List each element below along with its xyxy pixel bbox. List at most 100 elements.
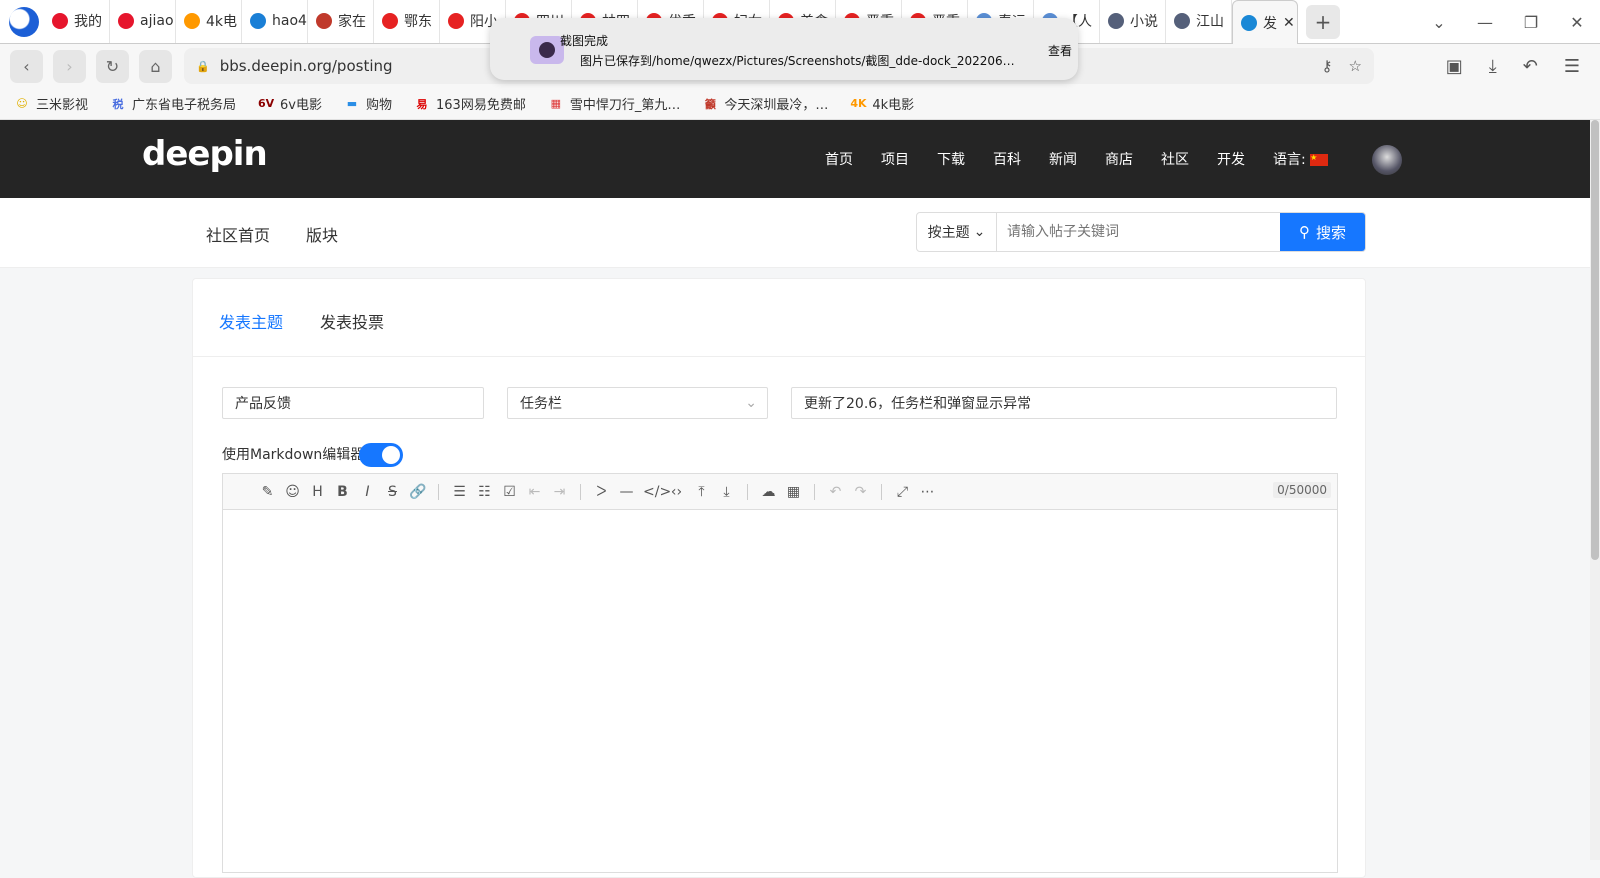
nav-item[interactable]: 开发 xyxy=(1217,149,1245,169)
bookmark-label: 今天深圳最冷，… xyxy=(724,98,829,113)
edit-mode-icon[interactable]: ✎ xyxy=(259,484,276,500)
browser-tab[interactable]: ajiao xyxy=(110,0,176,43)
notification-view-button[interactable]: 查看 xyxy=(1048,42,1072,59)
nav-item[interactable]: 商店 xyxy=(1105,149,1133,169)
category-select[interactable]: 任务栏 ⌄ xyxy=(507,387,768,419)
browser-tab[interactable]: 家在 xyxy=(308,0,374,43)
site-header: deepin 首页 项目 下载 百科 新闻 商店 社区 开发 语言: ★ xyxy=(0,120,1600,198)
link-icon[interactable]: 🔗 xyxy=(409,484,426,500)
bookmark-item[interactable]: ▦ 雪中悍刀行_第九… xyxy=(548,94,681,113)
bookmark-item[interactable]: 易 163网易免费邮 xyxy=(414,94,526,114)
language-selector[interactable]: 语言: ★ xyxy=(1273,149,1329,169)
code-block-icon[interactable]: </> xyxy=(643,484,671,500)
forum-select[interactable]: 产品反馈 xyxy=(222,387,484,419)
search-button[interactable]: ⚲ 搜索 xyxy=(1280,213,1365,251)
tab-post-poll[interactable]: 发表投票 xyxy=(320,309,384,333)
deepin-logo[interactable]: deepin xyxy=(142,134,268,174)
markdown-toggle[interactable] xyxy=(359,443,403,467)
heading-icon[interactable]: H xyxy=(309,484,326,500)
back-button[interactable]: ‹ xyxy=(10,49,43,83)
fullscreen-icon[interactable]: ⤢ xyxy=(894,484,911,500)
nav-item[interactable]: 百科 xyxy=(993,149,1021,169)
ordered-list-icon[interactable]: ☷ xyxy=(476,484,493,500)
community-home-link[interactable]: 社区首页 xyxy=(206,222,270,246)
insert-after-icon[interactable]: ⤓ xyxy=(718,484,735,500)
tab-post-topic[interactable]: 发表主题 xyxy=(219,309,283,333)
new-tab-button[interactable]: + xyxy=(1306,4,1340,39)
upload-icon[interactable]: ☁ xyxy=(760,484,777,500)
nav-item[interactable]: 首页 xyxy=(825,149,853,169)
insert-before-icon[interactable]: ⤒ xyxy=(693,484,710,500)
search-icon: ⚲ xyxy=(1298,223,1310,241)
bold-icon[interactable]: B xyxy=(334,484,351,500)
inline-code-icon[interactable]: ‹› xyxy=(668,484,685,500)
forward-button[interactable]: › xyxy=(53,49,86,83)
screenshot-notification[interactable]: 截图完成 图片已保存到/home/qwezx/Pictures/Screensh… xyxy=(490,18,1078,80)
char-count: 0/50000 xyxy=(1273,482,1331,498)
bookmark-label: 163网易免费邮 xyxy=(436,98,526,113)
menu-icon[interactable]: ☰ xyxy=(1564,56,1580,77)
bookmark-item[interactable]: 税广东省电子税务局 xyxy=(110,94,237,114)
home-button[interactable]: ⌂ xyxy=(139,49,172,83)
redo-icon[interactable]: ↷ xyxy=(852,484,869,500)
download-icon[interactable]: ⤓ xyxy=(1489,56,1497,77)
browser-tab[interactable]: hao4 xyxy=(242,0,308,43)
tab-label: hao4 xyxy=(272,12,307,29)
outdent-icon[interactable]: ⇤ xyxy=(526,484,543,500)
strikethrough-icon[interactable]: S xyxy=(384,484,401,500)
nav-item[interactable]: 下载 xyxy=(937,149,965,169)
search-mode-select[interactable]: 按主题 ⌄ xyxy=(917,213,997,251)
page-scrollbar[interactable] xyxy=(1590,120,1600,860)
category-value: 任务栏 xyxy=(520,396,562,412)
tab-label: ajiao xyxy=(140,12,174,29)
reload-button[interactable]: ↻ xyxy=(96,49,129,83)
indent-icon[interactable]: ⇥ xyxy=(551,484,568,500)
tab-favicon-icon xyxy=(184,12,200,29)
more-icon[interactable]: ⋯ xyxy=(919,484,936,500)
title-input[interactable]: 更新了20.6，任务栏和弹窗显示异常 xyxy=(791,387,1337,419)
bookmark-item[interactable]: 6V 6v电影 xyxy=(258,94,322,113)
screenshot-app-icon xyxy=(530,36,564,64)
bookmark-icon: ☺ xyxy=(16,97,28,110)
browser-tab[interactable]: 4k电 xyxy=(176,0,242,43)
key-icon[interactable]: ⚷ xyxy=(1322,57,1333,75)
close-window-button[interactable]: ✕ xyxy=(1554,0,1600,44)
bullet-list-icon[interactable]: ☰ xyxy=(451,484,468,500)
close-tab-icon[interactable]: ✕ xyxy=(1283,15,1295,31)
bookmark-icon: ▦ xyxy=(550,97,562,110)
bookmark-item[interactable]: ☺ 三米影视 xyxy=(14,94,88,113)
bookmark-item[interactable]: 4K 4k电影 xyxy=(850,94,914,113)
bookmark-item[interactable]: 籲今天深圳最冷，… xyxy=(702,94,829,114)
bookmark-item[interactable]: ▬ 购物 xyxy=(344,94,392,113)
browser-tab[interactable]: 我的 xyxy=(44,0,110,43)
tab-label: 鄂东 xyxy=(404,13,432,30)
tab-favicon-icon xyxy=(1108,12,1124,29)
nav-item[interactable]: 新闻 xyxy=(1049,149,1077,169)
star-icon[interactable]: ☆ xyxy=(1349,57,1362,75)
nav-item[interactable]: 社区 xyxy=(1161,149,1189,169)
browser-tab[interactable]: 发 ✕ xyxy=(1232,0,1298,45)
horizontal-rule-icon[interactable]: — xyxy=(618,484,635,500)
browser-tab[interactable]: 鄂东 xyxy=(374,0,440,43)
tab-favicon-icon xyxy=(382,12,398,29)
tab-label: 我的 xyxy=(74,13,102,30)
collections-icon[interactable]: ▣ xyxy=(1446,56,1463,77)
maximize-button[interactable]: ❐ xyxy=(1508,0,1554,44)
table-icon[interactable]: ▦ xyxy=(785,484,802,500)
undo-icon[interactable]: ↶ xyxy=(827,484,844,500)
tab-list-chevron-icon[interactable]: ⌄ xyxy=(1416,0,1462,44)
search-mode-label: 按主题 xyxy=(927,225,970,241)
undo-icon[interactable]: ↶ xyxy=(1523,56,1538,77)
italic-icon[interactable]: I xyxy=(359,484,376,500)
nav-item[interactable]: 项目 xyxy=(881,149,909,169)
browser-tab[interactable]: 小说 xyxy=(1100,0,1166,43)
emoji-icon[interactable]: ☺ xyxy=(284,484,301,500)
quote-icon[interactable]: ᐳ xyxy=(593,484,610,500)
avatar[interactable] xyxy=(1372,145,1402,175)
minimize-button[interactable]: — xyxy=(1462,0,1508,44)
search-input[interactable] xyxy=(997,213,1280,251)
sections-link[interactable]: 版块 xyxy=(306,222,338,246)
checklist-icon[interactable]: ☑ xyxy=(501,484,518,500)
url-text[interactable]: bbs.deepin.org/posting xyxy=(220,57,393,75)
browser-tab[interactable]: 江山 xyxy=(1166,0,1232,43)
